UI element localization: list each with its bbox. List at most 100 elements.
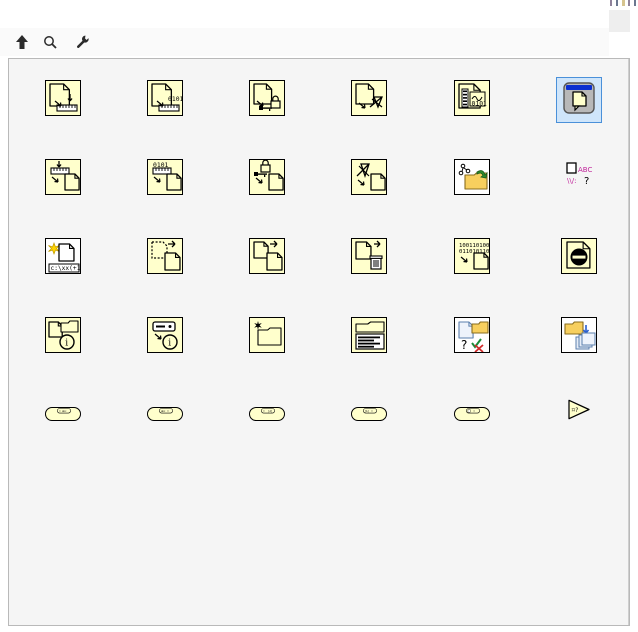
palette-item-icon[interactable]: ? xyxy=(451,314,493,356)
palette-item-icon[interactable]: c:\xx(+1) xyxy=(42,235,84,277)
customize-button[interactable] xyxy=(69,30,107,54)
string-to-path-icon: abc⌑ xyxy=(147,407,183,421)
palette-item-icon[interactable]: 0101 xyxy=(451,77,493,119)
svg-text:i: i xyxy=(65,339,68,349)
palette-item[interactable] xyxy=(317,314,421,360)
palette-item-icon[interactable] xyxy=(451,156,493,198)
palette-item[interactable]: ? xyxy=(420,314,524,360)
up-button[interactable] xyxy=(8,30,36,54)
svg-text:?: ? xyxy=(584,176,589,187)
delete-file-icon xyxy=(351,238,387,274)
palette-item[interactable]: 0101 xyxy=(113,77,217,123)
palette-item-icon[interactable]: i xyxy=(42,314,84,356)
svg-text:[A]: [A] xyxy=(365,410,369,413)
advanced-file-functions-palette: 0101 0101 0101 ABC\\/: ? c:\xx(+1) 10011… xyxy=(0,0,609,632)
file-dialog-icon xyxy=(561,80,597,121)
palette-item[interactable] xyxy=(420,156,524,202)
palette-item[interactable]: ⌑? xyxy=(527,393,630,439)
search-icon xyxy=(43,35,57,49)
palette-grid-area: 0101 0101 0101 ABC\\/: ? c:\xx(+1) 10011… xyxy=(8,58,630,626)
palette-item[interactable]: ⌑[A] xyxy=(215,393,319,439)
palette-grid: 0101 0101 0101 ABC\\/: ? c:\xx(+1) 10011… xyxy=(9,59,630,626)
palette-item[interactable] xyxy=(215,77,319,123)
palette-item-icon[interactable] xyxy=(144,235,186,277)
palette-item[interactable]: i xyxy=(11,314,115,360)
palette-item[interactable] xyxy=(113,235,217,281)
svg-text:0101: 0101 xyxy=(168,95,183,103)
palette-toolbar xyxy=(0,28,609,56)
deny-access-icon xyxy=(561,238,597,274)
palette-item[interactable]: [A]⌑ xyxy=(317,393,421,439)
palette-item[interactable]: 0101 xyxy=(113,156,217,202)
path-to-array-of-strings-icon: ⌑[A] xyxy=(249,407,285,421)
palette-item-icon[interactable] xyxy=(246,314,288,356)
show-in-file-system-icon xyxy=(454,159,490,195)
path-type-icon: ⌑? xyxy=(561,397,597,432)
palette-item-icon[interactable]: 0101 xyxy=(144,156,186,198)
palette-item-icon[interactable]: ⌑abc xyxy=(42,393,84,435)
palette-item[interactable] xyxy=(215,314,319,360)
get-file-size-icon: 0101 xyxy=(147,80,183,116)
palette-item-icon[interactable] xyxy=(42,77,84,119)
palette-item-icon[interactable] xyxy=(348,156,390,198)
palette-item-icon[interactable] xyxy=(246,235,288,277)
palette-item[interactable] xyxy=(527,235,630,281)
palette-item-icon[interactable] xyxy=(42,156,84,198)
palette-item-icon[interactable]: ⌑? xyxy=(558,393,600,435)
palette-item[interactable]: ⌑abc xyxy=(11,393,115,439)
palette-item-icon[interactable]: i xyxy=(144,314,186,356)
svg-text:i: i xyxy=(168,339,171,349)
refnum-to-path-icon: ⌑ xyxy=(454,407,490,421)
svg-text:⌑?: ⌑? xyxy=(572,408,579,414)
palette-item[interactable]: ABC\\/: ? xyxy=(527,156,630,202)
palette-item[interactable]: c:\xx(+1) xyxy=(11,235,115,281)
palette-item[interactable] xyxy=(215,235,319,281)
palette-item[interactable] xyxy=(11,156,115,202)
wrench-icon xyxy=(76,35,90,49)
palette-item[interactable]: abc⌑ xyxy=(113,393,217,439)
palette-item[interactable] xyxy=(11,77,115,123)
array-of-strings-to-path-icon: [A]⌑ xyxy=(351,407,387,421)
palette-item-icon[interactable]: 0101 xyxy=(144,77,186,119)
set-type-creator-icon xyxy=(351,159,387,195)
palette-item[interactable]: ⌑ xyxy=(420,393,524,439)
up-arrow-icon xyxy=(15,34,29,50)
palette-item-icon[interactable]: ⌑ xyxy=(451,393,493,435)
get-volume-info-icon: i xyxy=(147,317,183,353)
search-button[interactable] xyxy=(36,30,69,54)
palette-right-divider xyxy=(628,59,629,625)
palette-item-icon[interactable]: 100110100011010110 xyxy=(451,235,493,277)
get-file-position-icon xyxy=(45,80,81,116)
palette-item-icon[interactable] xyxy=(556,77,602,123)
palette-item[interactable] xyxy=(527,314,630,360)
palette-item[interactable] xyxy=(527,77,630,125)
is-name-multiplatform-icon: ABC\\/: ? xyxy=(561,157,597,198)
path-to-string-icon: ⌑abc xyxy=(45,407,81,421)
svg-text:[A]: [A] xyxy=(268,410,272,413)
palette-item-icon[interactable] xyxy=(348,235,390,277)
background-window-close-button[interactable] xyxy=(608,10,630,32)
palette-item[interactable]: 100110100011010110 xyxy=(420,235,524,281)
palette-item[interactable]: 0101 xyxy=(420,77,524,123)
copy-file-icon xyxy=(249,238,285,274)
palette-item-icon[interactable] xyxy=(348,314,390,356)
palette-item-icon[interactable] xyxy=(558,314,600,356)
palette-item[interactable] xyxy=(317,235,421,281)
palette-item-icon[interactable]: abc⌑ xyxy=(144,393,186,435)
palette-item-icon[interactable] xyxy=(558,235,600,277)
move-file-icon xyxy=(147,238,183,274)
recursive-file-list-icon xyxy=(561,317,597,353)
palette-item[interactable]: i xyxy=(113,314,217,360)
palette-item-icon[interactable] xyxy=(348,77,390,119)
palette-item[interactable] xyxy=(215,156,319,202)
palette-item-icon[interactable] xyxy=(246,77,288,119)
file-directory-info-icon: i xyxy=(45,317,81,353)
palette-item-icon[interactable]: ABC\\/: ? xyxy=(558,156,600,198)
palette-item-icon[interactable]: [A]⌑ xyxy=(348,393,390,435)
palette-item-icon[interactable]: ⌑[A] xyxy=(246,393,288,435)
palette-item-icon[interactable] xyxy=(246,156,288,198)
set-file-position-icon xyxy=(45,159,81,195)
set-file-size-icon: 0101 xyxy=(147,159,183,195)
palette-item[interactable] xyxy=(317,156,421,202)
palette-item[interactable] xyxy=(317,77,421,123)
